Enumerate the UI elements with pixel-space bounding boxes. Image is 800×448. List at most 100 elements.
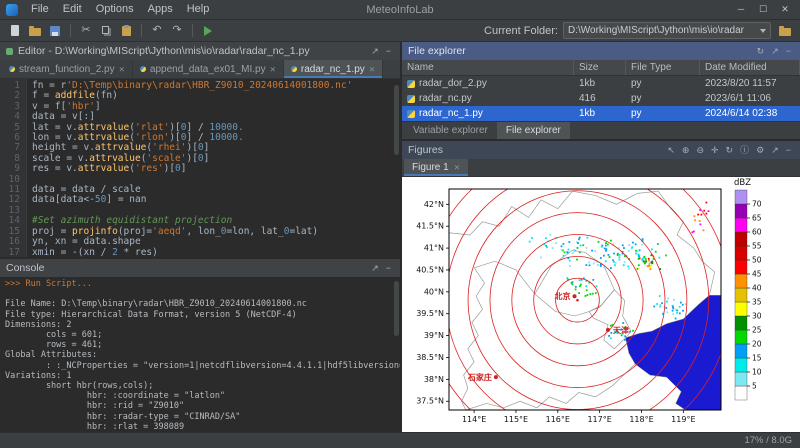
pan-icon[interactable]: ✛ (708, 141, 722, 159)
tab-variable-explorer[interactable]: Variable explorer (404, 122, 497, 139)
refresh-icon[interactable]: ↻ (754, 42, 768, 60)
menu-apps[interactable]: Apps (141, 0, 180, 19)
editor-tab-radar_nc_1.py[interactable]: radar_nc_1.py✕ (284, 60, 383, 78)
figure-tab-bar: Figure 1 ✕ (402, 159, 800, 177)
file-row-radar_nc.py[interactable]: radar_nc.py416py2023/6/1 11:06 (402, 91, 800, 106)
minimize-panel-icon[interactable]: − (383, 259, 394, 277)
svg-text:37.5°N: 37.5°N (416, 397, 444, 406)
editor-tab-stream_function_2.py[interactable]: stream_function_2.py✕ (2, 60, 133, 78)
svg-text:25: 25 (752, 326, 762, 335)
float-panel-icon[interactable]: ↗ (768, 42, 782, 60)
main-toolbar: ✂↶↷ Current Folder: D:\Working\MIScript\… (0, 20, 800, 42)
column-header-name[interactable]: Name (402, 60, 574, 75)
file-row-radar_nc_1.py[interactable]: radar_nc_1.py1kbpy2024/6/14 02:38 (402, 106, 800, 121)
float-panel-icon[interactable]: ↗ (368, 259, 382, 277)
python-file-icon (407, 95, 415, 103)
paste-button (122, 26, 131, 36)
svg-text:115°E: 115°E (504, 415, 528, 424)
zoom-in-icon[interactable]: ⊕ (679, 141, 693, 159)
file-explorer-title: File explorer (408, 45, 466, 57)
tab-file-explorer[interactable]: File explorer (497, 122, 570, 139)
menu-help[interactable]: Help (180, 0, 217, 19)
svg-text:114°E: 114°E (462, 415, 486, 424)
figure-canvas[interactable]: 北京天津石家庄114°E115°E116°E117°E118°E119°E37.… (402, 177, 800, 432)
cut-button[interactable]: ✂ (77, 22, 95, 40)
new-script-button[interactable] (6, 22, 24, 40)
console-panel-icons: ↗− (368, 259, 394, 277)
save-button (50, 26, 60, 36)
code-line[interactable]: 16yn, xn = data.shape (0, 237, 400, 247)
cut-button: ✂ (81, 25, 90, 36)
figures-toolbar: ↖⊕⊖✛↻ⓘ⚙↗− (664, 141, 794, 159)
file-row-radar_dor_2.py[interactable]: radar_dor_2.py1kbpy2023/8/20 11:57 (402, 76, 800, 91)
open-file-button (29, 28, 41, 36)
memory-indicator[interactable]: 17% / 8.0G (744, 435, 792, 446)
choose-folder-button[interactable] (776, 22, 794, 40)
close-tab-icon[interactable]: ✕ (270, 65, 276, 74)
editor-tab-append_data_ex01_MI.py[interactable]: append_data_ex01_MI.py✕ (133, 60, 284, 78)
svg-text:20: 20 (752, 340, 762, 349)
tab-figure-1[interactable]: Figure 1 ✕ (404, 159, 468, 176)
close-tab-icon[interactable]: ✕ (454, 163, 460, 172)
toolbar-buttons: ✂ ↶↷ (6, 22, 217, 40)
current-folder-combobox[interactable]: D:\Working\MIScript\Jython\mis\io\radar (563, 22, 771, 39)
console-line: hbr: :rlat = 398089 (5, 422, 400, 432)
code-line[interactable]: 17xmin = -(xn / 2 * res) (0, 248, 400, 258)
run-script-button[interactable] (199, 22, 217, 40)
line-number: 16 (0, 237, 26, 247)
maximize-window-button[interactable]: ☐ (752, 0, 774, 19)
menu-file[interactable]: File (24, 0, 56, 19)
copy-button[interactable] (97, 22, 115, 40)
redo-button[interactable]: ↷ (168, 22, 186, 40)
console-output[interactable]: >>> Run Script... File Name: D:\Temp\bin… (0, 277, 400, 432)
file-explorer-panel: File explorer ↻↗− NameSizeFile TypeDate … (402, 42, 800, 121)
svg-text:39.5°N: 39.5°N (416, 309, 444, 318)
close-tab-icon[interactable]: ✕ (369, 65, 375, 74)
menu-edit[interactable]: Edit (56, 0, 89, 19)
float-panel-icon[interactable]: ↗ (368, 42, 382, 60)
paste-button[interactable] (117, 22, 135, 40)
left-column: Editor - D:\Working\MIScript\Jython\mis\… (0, 42, 400, 432)
minimize-window-button[interactable]: ─ (730, 0, 752, 19)
toolbar-separator (192, 24, 193, 37)
select-arrow-icon[interactable]: ↖ (664, 141, 678, 159)
code-editor[interactable]: 1fn = r'D:\Temp\binary\radar\HBR_Z9010_2… (0, 79, 400, 257)
code-line[interactable]: 12data[data<-50] = nan (0, 195, 400, 205)
python-file-icon (6, 48, 13, 55)
console-line: Variations: 1 (5, 371, 400, 381)
code-text: xmin = -(xn / 2 * res) (26, 248, 158, 258)
chevron-down-icon[interactable] (760, 29, 766, 33)
column-header-file-type[interactable]: File Type (626, 60, 700, 75)
rotate-icon[interactable]: ↻ (723, 141, 737, 159)
zoom-out-icon[interactable]: ⊖ (693, 141, 707, 159)
settings-icon[interactable]: ⚙ (753, 141, 767, 159)
svg-text:10: 10 (752, 368, 762, 377)
close-tab-icon[interactable]: ✕ (119, 65, 125, 74)
open-file-button[interactable] (26, 22, 44, 40)
minimize-panel-icon[interactable]: − (783, 42, 794, 60)
status-bar: 17% / 8.0G (0, 432, 800, 448)
column-header-size[interactable]: Size (574, 60, 626, 75)
minimize-panel-icon[interactable]: − (783, 141, 794, 159)
close-window-button[interactable]: ✕ (774, 0, 796, 19)
file-size-cell: 1kb (574, 108, 626, 119)
svg-text:dBZ: dBZ (734, 178, 751, 188)
svg-text:42°N: 42°N (424, 200, 444, 209)
app-logo-icon (6, 4, 18, 16)
menu-options[interactable]: Options (89, 0, 141, 19)
svg-text:40°N: 40°N (424, 287, 444, 296)
float-panel-icon[interactable]: ↗ (768, 141, 782, 159)
undo-button[interactable]: ↶ (148, 22, 166, 40)
file-table-body: radar_dor_2.py1kbpy2023/8/20 11:57radar_… (402, 76, 800, 121)
console-scrollbar[interactable] (394, 281, 399, 336)
code-line[interactable]: 9res = v.attrvalue('res')[0] (0, 164, 400, 174)
file-name: radar_nc_1.py (419, 108, 483, 119)
svg-text:40: 40 (752, 284, 762, 293)
save-button[interactable] (46, 22, 64, 40)
column-header-date-modified[interactable]: Date Modified (700, 60, 800, 75)
radar-map-figure[interactable]: 北京天津石家庄114°E115°E116°E117°E118°E119°E37.… (403, 177, 799, 432)
minimize-panel-icon[interactable]: − (383, 42, 394, 60)
identify-icon[interactable]: ⓘ (737, 141, 752, 159)
svg-text:15: 15 (752, 354, 762, 363)
console-line: >>> Run Script... (5, 279, 400, 289)
